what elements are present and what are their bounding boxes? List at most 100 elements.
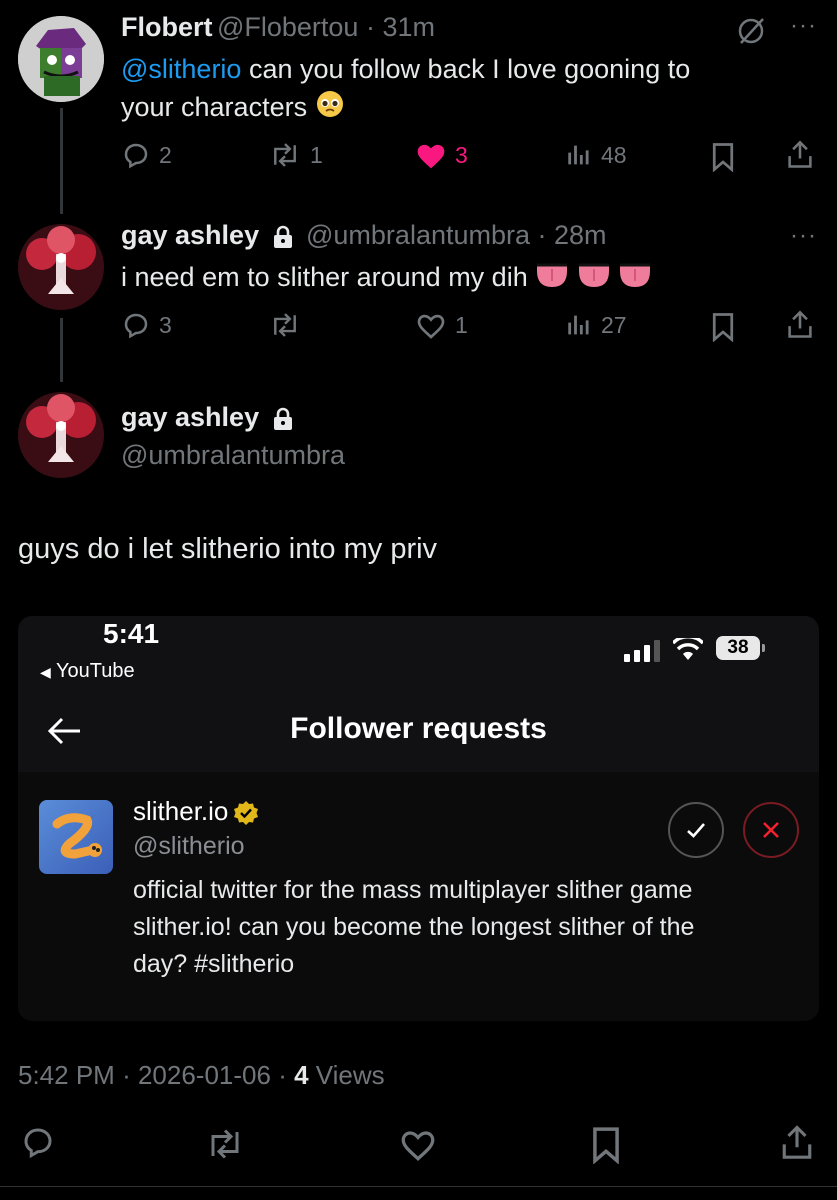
mention-link[interactable]: @slitherio — [121, 54, 241, 84]
dot-separator: · — [358, 12, 383, 42]
divider — [0, 1186, 837, 1187]
account-name-row: slither.io — [133, 796, 259, 831]
share-button[interactable] — [786, 140, 814, 170]
bookmark-button[interactable] — [710, 312, 736, 342]
repost-count: 1 — [310, 141, 323, 168]
like-count: 1 — [455, 311, 468, 338]
lock-icon — [272, 225, 294, 254]
bookmark-button[interactable] — [710, 142, 736, 172]
like-button[interactable]: 1 — [415, 310, 468, 340]
reply-button[interactable]: 2 — [121, 140, 172, 170]
bookmark-button[interactable] — [590, 1126, 622, 1169]
reply-header: Flobert @Flobertou · 31m — [121, 12, 435, 43]
avatar[interactable] — [18, 392, 104, 478]
repost-button[interactable] — [268, 310, 310, 340]
accept-button[interactable] — [668, 802, 724, 858]
like-button[interactable] — [398, 1126, 438, 1167]
reply-button[interactable]: 3 — [121, 310, 172, 340]
more-options-icon[interactable]: ··· — [790, 12, 817, 40]
views-button[interactable]: 27 — [565, 310, 627, 340]
share-button[interactable] — [786, 310, 814, 340]
views-count: 4 — [294, 1060, 309, 1090]
page-title: Follower requests — [290, 712, 547, 745]
analytics-icon — [568, 145, 589, 165]
avatar[interactable] — [18, 224, 104, 310]
author-handle[interactable]: @umbralantumbra — [121, 440, 345, 471]
author-handle[interactable]: @Flobertou — [217, 12, 358, 42]
bookmark-icon — [712, 313, 734, 342]
checkmark-icon — [687, 823, 705, 838]
post-date: 2026-01-06 — [137, 1060, 271, 1090]
battery-icon: 38 — [716, 636, 760, 660]
author-handle[interactable]: @umbralantumbra — [306, 220, 530, 250]
repost-button[interactable]: 1 — [268, 140, 323, 170]
like-button[interactable]: 3 — [415, 140, 468, 170]
bio-line: day? #slitherio — [133, 950, 295, 978]
reject-button[interactable] — [743, 802, 799, 858]
view-count: 48 — [601, 141, 627, 168]
account-bio: official twitter for the mass multiplaye… — [133, 872, 694, 983]
lock-icon — [272, 407, 294, 436]
author-name[interactable]: gay ashley — [121, 220, 259, 250]
post-time[interactable]: 28m — [554, 220, 607, 250]
post-timestamp[interactable]: 5:42 PM · 2026-01-06 · 4 Views — [18, 1060, 385, 1091]
reply-icon — [24, 1128, 52, 1159]
back-app-label: YouTube — [55, 660, 135, 682]
reply-text-line1: i need em to slither around my dih — [121, 262, 528, 292]
bio-line: official twitter for the mass multiplaye… — [133, 876, 693, 904]
reply-text-line2: your characters — [121, 92, 308, 122]
avatar[interactable] — [18, 16, 104, 102]
analytics-icon — [568, 315, 589, 335]
dot-separator: · — [122, 1060, 138, 1090]
dot-separator: · — [278, 1060, 295, 1090]
thread-line — [60, 108, 63, 214]
reply-icon — [124, 143, 148, 169]
verified-badge-icon — [233, 800, 259, 831]
close-icon — [763, 822, 779, 838]
reply-header: gay ashley @umbralantumbra · 28m — [121, 220, 607, 254]
repost-icon — [274, 313, 296, 337]
bookmark-icon — [712, 143, 734, 172]
heart-icon — [401, 1131, 435, 1161]
back-triangle-icon: ◀ — [40, 664, 51, 680]
post-text: guys do i let slitherio into my priv — [18, 533, 438, 565]
author-name[interactable]: Flobert — [121, 12, 213, 42]
attached-image[interactable]: 5:41 ◀ YouTube 38 Follower requests slit… — [18, 616, 819, 1021]
views-button[interactable]: 48 — [565, 140, 627, 170]
views-label: Views — [315, 1060, 385, 1090]
author-name[interactable]: gay ashley — [121, 402, 259, 432]
slither-app-icon[interactable] — [39, 800, 113, 874]
pleading-face-icon — [315, 89, 345, 129]
post-time[interactable]: 31m — [382, 12, 435, 42]
signal-icon — [624, 640, 662, 667]
share-button[interactable] — [780, 1124, 814, 1167]
account-name[interactable]: slither.io — [133, 796, 228, 826]
reply-text: @slitherio can you follow back I love go… — [121, 50, 811, 129]
back-to-app: ◀ YouTube — [40, 660, 135, 683]
repost-button[interactable] — [204, 1126, 246, 1167]
bio-line: slither.io! can you become the longest s… — [133, 913, 695, 941]
account-handle: @slitherio — [133, 832, 245, 860]
tongue-icon — [535, 259, 569, 299]
like-count: 3 — [455, 141, 468, 168]
heart-filled-icon — [417, 144, 445, 169]
tongue-icon — [577, 259, 611, 299]
reply-count: 2 — [159, 141, 172, 168]
share-icon — [788, 140, 812, 168]
reply-text: i need em to slither around my dih — [121, 258, 652, 299]
share-icon — [782, 1125, 812, 1159]
more-options-icon[interactable]: ··· — [790, 222, 817, 250]
view-count: 27 — [601, 311, 627, 338]
reply-button[interactable] — [20, 1124, 56, 1165]
post-action-bar — [0, 1120, 837, 1170]
post-time: 5:42 PM — [18, 1060, 115, 1090]
grok-icon[interactable] — [736, 16, 766, 51]
tongue-icon — [618, 259, 652, 299]
reply-count: 3 — [159, 311, 172, 338]
battery-tip — [762, 644, 765, 652]
reply-icon — [124, 313, 148, 339]
share-icon — [788, 310, 812, 338]
repost-icon — [211, 1129, 239, 1159]
post-author: gay ashley — [121, 402, 294, 436]
heart-icon — [417, 314, 445, 339]
